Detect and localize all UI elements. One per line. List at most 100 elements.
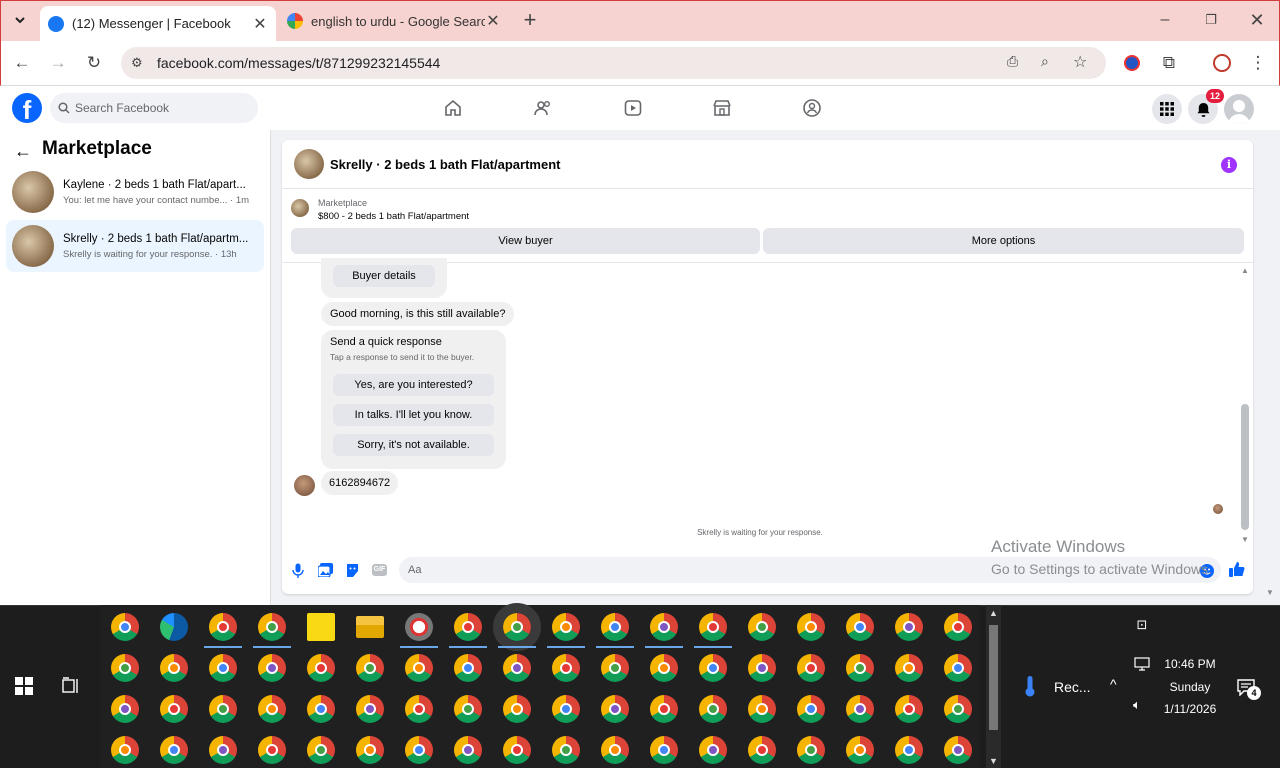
tab-google-search[interactable]: english to urdu - Google Search ✕ — [279, 7, 509, 35]
address-bar[interactable]: ⚙ facebook.com/messages/t/87129923214554… — [121, 47, 1106, 79]
chrome-window-icon[interactable] — [797, 695, 825, 723]
chrome-window-icon[interactable] — [307, 695, 335, 723]
chat-scrollbar[interactable]: ▲ ▼ — [1239, 266, 1251, 544]
chrome-window-icon[interactable] — [846, 613, 874, 641]
tab-search-button[interactable] — [6, 6, 34, 34]
chrome-window-icon[interactable] — [503, 695, 531, 723]
clock-day[interactable]: Sunday — [1150, 680, 1230, 694]
more-options-button[interactable]: More options — [763, 228, 1244, 254]
chrome-window-icon[interactable] — [209, 695, 237, 723]
extensions-puzzle-icon[interactable]: ⧉ — [1155, 49, 1183, 77]
reload-button[interactable]: ↻ — [80, 49, 108, 77]
chrome-window-icon[interactable] — [650, 695, 678, 723]
quick-response-button[interactable]: Sorry, it's not available. — [333, 434, 494, 456]
profile-icon[interactable] — [1213, 54, 1231, 72]
site-info-icon[interactable]: ⚙ — [131, 55, 143, 71]
clock-time[interactable]: 10:46 PM — [1150, 657, 1230, 671]
chrome-window-icon[interactable] — [258, 695, 286, 723]
chrome-window-icon[interactable] — [846, 736, 874, 764]
volume-icon[interactable]: 🔈︎ — [1133, 697, 1141, 713]
chrome-window-icon[interactable] — [454, 654, 482, 682]
chrome-window-icon[interactable] — [699, 613, 727, 641]
chrome-window-icon[interactable] — [797, 736, 825, 764]
chrome-window-icon[interactable] — [405, 695, 433, 723]
chrome-window-icon[interactable] — [111, 654, 139, 682]
sticky-notes-icon[interactable] — [307, 613, 335, 641]
close-tab-icon[interactable]: ✕ — [252, 14, 268, 34]
chat-title[interactable]: Skrelly · 2 beds 1 bath Flat/apartment — [330, 157, 560, 172]
chrome-window-icon[interactable] — [209, 613, 237, 641]
show-hidden-icons-icon[interactable]: ^ — [1110, 676, 1117, 692]
chrome-window-icon[interactable] — [160, 736, 188, 764]
chrome-window-icon[interactable] — [552, 613, 580, 641]
facebook-logo[interactable]: f — [12, 93, 42, 123]
chrome-window-icon[interactable] — [258, 613, 286, 641]
chrome-window-icon[interactable] — [699, 654, 727, 682]
chrome-window-icon[interactable] — [209, 654, 237, 682]
conversation-item[interactable]: Kaylene · 2 beds 1 bath Flat/apart... Yo… — [6, 166, 264, 218]
close-tab-icon[interactable]: ✕ — [485, 11, 501, 31]
close-window-button[interactable]: ✕ — [1243, 6, 1271, 34]
nav-video[interactable] — [621, 96, 645, 120]
chrome-window-icon[interactable] — [503, 654, 531, 682]
chrome-window-icon[interactable] — [209, 736, 237, 764]
chrome-window-icon[interactable] — [944, 695, 972, 723]
buyer-details-button[interactable]: Buyer details — [333, 265, 435, 287]
chrome-window-icon[interactable] — [552, 654, 580, 682]
chrome-window-icon[interactable] — [111, 736, 139, 764]
clock-date[interactable]: 1/11/2026 — [1150, 702, 1230, 716]
quick-response-button[interactable]: In talks. I'll let you know. — [333, 404, 494, 426]
file-explorer-icon[interactable] — [356, 616, 384, 638]
chrome-window-icon[interactable] — [405, 736, 433, 764]
chrome-window-icon[interactable] — [650, 613, 678, 641]
forward-button[interactable]: → — [44, 49, 72, 77]
edge-browser-icon[interactable] — [160, 613, 188, 641]
page-scroll-down[interactable]: ▼ — [1266, 588, 1274, 597]
chrome-window-icon[interactable] — [748, 613, 776, 641]
chrome-window-icon[interactable] — [699, 695, 727, 723]
nav-marketplace[interactable] — [710, 96, 734, 120]
chrome-window-icon[interactable] — [111, 613, 139, 641]
new-tab-button[interactable]: + — [516, 6, 544, 34]
nav-home[interactable] — [441, 96, 465, 120]
conversation-item[interactable]: Skrelly · 2 beds 1 bath Flat/apartm... S… — [6, 220, 264, 272]
chrome-window-icon[interactable] — [797, 654, 825, 682]
chrome-window-icon[interactable] — [895, 736, 923, 764]
chrome-window-icon[interactable] — [944, 613, 972, 641]
chrome-window-icon[interactable] — [160, 654, 188, 682]
chrome-window-icon[interactable] — [846, 695, 874, 723]
sender-avatar[interactable] — [294, 475, 315, 496]
chrome-window-icon[interactable] — [307, 654, 335, 682]
chrome-window-icon[interactable] — [748, 654, 776, 682]
chrome-window-icon[interactable] — [895, 695, 923, 723]
back-button[interactable]: ← — [8, 49, 36, 77]
gif-icon[interactable]: GIF — [372, 564, 387, 576]
windows-start-icon[interactable] — [15, 677, 33, 695]
chrome-window-icon[interactable] — [699, 736, 727, 764]
meet-now-icon[interactable]: ⊡ — [1134, 617, 1150, 633]
facebook-search-input[interactable]: Search Facebook — [50, 93, 258, 123]
microphone-icon[interactable] — [292, 563, 304, 578]
weather-label[interactable]: Rec... — [1054, 679, 1091, 695]
chrome-window-icon[interactable] — [650, 654, 678, 682]
chrome-window-icon[interactable] — [454, 613, 482, 641]
network-icon[interactable] — [1134, 657, 1150, 671]
zoom-icon[interactable]: ⌕ — [1041, 53, 1049, 70]
chrome-window-icon[interactable] — [601, 695, 629, 723]
chrome-window-icon[interactable] — [454, 695, 482, 723]
chrome-window-icon[interactable] — [650, 736, 678, 764]
back-arrow-icon[interactable]: ← — [14, 141, 32, 162]
chrome-window-icon[interactable] — [160, 695, 188, 723]
chrome-window-icon[interactable] — [258, 654, 286, 682]
chat-avatar[interactable] — [294, 149, 324, 179]
chrome-window-icon[interactable] — [307, 736, 335, 764]
extension-icon[interactable] — [1124, 55, 1140, 71]
chrome-window-icon[interactable] — [258, 736, 286, 764]
restore-button[interactable]: ❐ — [1197, 6, 1225, 34]
chrome-window-icon[interactable] — [356, 736, 384, 764]
listing-title[interactable]: $800 - 2 beds 1 bath Flat/apartment — [318, 211, 469, 222]
chrome-window-icon[interactable] — [895, 613, 923, 641]
nav-groups[interactable] — [800, 96, 824, 120]
chrome-window-icon[interactable] — [944, 736, 972, 764]
thumbs-up-icon[interactable] — [1228, 561, 1245, 578]
